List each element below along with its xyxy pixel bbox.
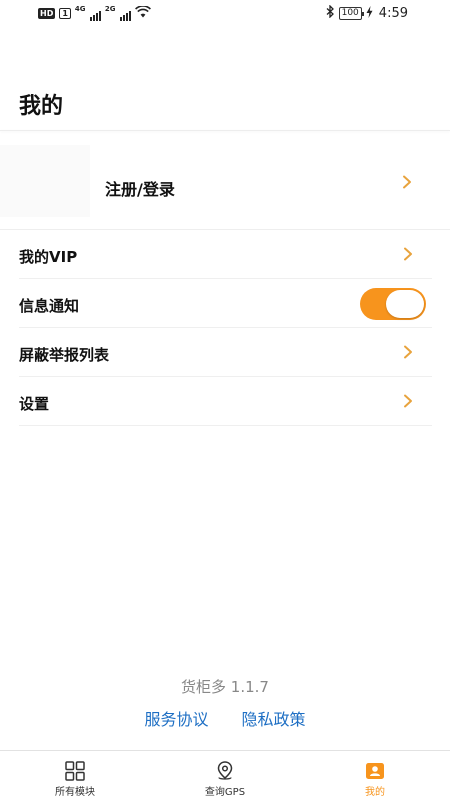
location-pin-icon	[214, 760, 236, 782]
status-time: 4:59	[378, 5, 408, 21]
signal-4g-icon: 4G	[74, 4, 101, 21]
menu-item-label: 屏蔽举报列表	[19, 346, 110, 364]
chevron-right-icon	[401, 345, 415, 359]
avatar[interactable]	[0, 145, 90, 217]
login-row[interactable]: 注册/登录	[0, 131, 450, 229]
hd-badge: HD	[38, 8, 56, 19]
menu-item-notifications: 信息通知	[19, 279, 432, 328]
battery-icon: 100	[338, 6, 365, 20]
toggle-knob	[386, 290, 424, 318]
app-version: 货柜多 1.1.7	[181, 678, 269, 696]
bluetooth-icon	[326, 4, 335, 21]
menu-item-label: 设置	[19, 395, 50, 413]
page-title: 我的	[19, 94, 64, 119]
tab-bar: 所有模块 查询GPS 我的	[0, 750, 450, 800]
menu-item-block-report-list[interactable]: 屏蔽举报列表	[19, 328, 432, 377]
menu-item-settings[interactable]: 设置	[19, 377, 432, 426]
chevron-right-icon	[400, 175, 414, 189]
login-label: 注册/登录	[105, 180, 175, 199]
menu-item-vip[interactable]: 我的VIP	[19, 230, 432, 279]
status-bar: HD 1 4G 2G 100 4:59	[0, 0, 450, 28]
privacy-policy-link[interactable]: 隐私政策	[242, 710, 306, 729]
charging-icon	[366, 5, 373, 21]
network-type-label: 2G	[104, 4, 116, 13]
tab-label: 我的	[365, 787, 385, 798]
chevron-right-icon	[401, 394, 415, 408]
notification-toggle[interactable]	[360, 288, 426, 320]
tab-mine[interactable]: 我的	[300, 751, 450, 800]
menu-list: 我的VIP 信息通知 屏蔽举报列表 设置	[19, 230, 432, 426]
status-right: 100 4:59	[326, 4, 408, 21]
menu-item-label: 信息通知	[19, 297, 80, 315]
sim-badge: 1	[59, 8, 71, 19]
menu-item-label: 我的VIP	[19, 248, 78, 266]
footer-links: 服务协议 隐私政策	[0, 706, 450, 730]
network-type-label: 4G	[74, 4, 86, 13]
tab-query-gps[interactable]: 查询GPS	[150, 751, 300, 800]
tab-label: 查询GPS	[204, 787, 246, 798]
service-agreement-link[interactable]: 服务协议	[144, 710, 208, 729]
status-left: HD 1 4G 2G	[38, 4, 151, 21]
wifi-icon	[134, 5, 151, 21]
profile-card-icon	[364, 760, 386, 782]
grid-icon	[64, 760, 86, 782]
signal-2g-icon: 2G	[104, 4, 131, 21]
tab-label: 所有模块	[55, 787, 95, 798]
tab-all-modules[interactable]: 所有模块	[0, 751, 150, 800]
chevron-right-icon	[401, 247, 415, 261]
